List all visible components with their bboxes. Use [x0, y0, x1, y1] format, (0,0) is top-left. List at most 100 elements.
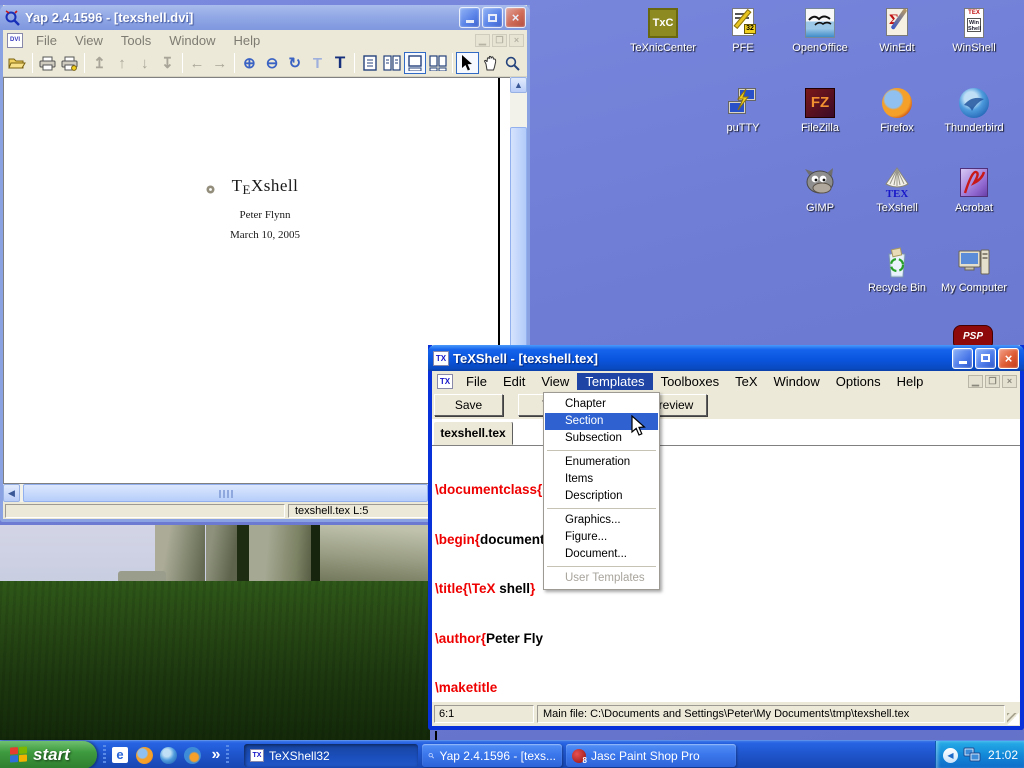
yap-menu-file[interactable]: File: [27, 33, 66, 48]
tray-collapse-chevron[interactable]: ◀: [943, 748, 958, 763]
previous-page-button[interactable]: ↑: [111, 52, 134, 74]
tab-texshell-tex[interactable]: texshell.tex: [433, 421, 513, 445]
mdi-close-icon[interactable]: ×: [1002, 375, 1017, 388]
mdi-minimize-icon[interactable]: ▁: [475, 34, 490, 47]
desktop-icon-putty[interactable]: puTTY: [704, 86, 782, 134]
taskband-handle[interactable]: [226, 745, 229, 765]
desktop-icon-texniccenter[interactable]: TxC TeXnicCenter: [624, 6, 702, 54]
menu-toolboxes[interactable]: Toolboxes: [653, 373, 728, 390]
menu-help[interactable]: Help: [889, 373, 932, 390]
desktop-icon-filezilla[interactable]: FZ FileZilla: [781, 86, 859, 134]
menu-item-description[interactable]: Description: [544, 488, 659, 505]
desktop-icon-texshell[interactable]: TEX TeXshell: [858, 166, 936, 214]
print-setup-button[interactable]: [58, 52, 81, 74]
dvi-ornament-icon: [206, 185, 215, 194]
yap-menu-tools[interactable]: Tools: [112, 33, 160, 48]
network-status-icon[interactable]: [963, 747, 981, 763]
texshell-maximize-button[interactable]: [975, 348, 996, 369]
open-file-button[interactable]: [6, 52, 29, 74]
zoom-out-button[interactable]: ⊖: [261, 52, 284, 74]
yap-menu-window[interactable]: Window: [160, 33, 224, 48]
menu-view[interactable]: View: [533, 373, 577, 390]
texshell-close-button[interactable]: ×: [998, 348, 1019, 369]
yap-menu-help[interactable]: Help: [225, 33, 270, 48]
desktop-icon-acrobat[interactable]: Acrobat: [935, 166, 1013, 214]
continuous-double-view-button[interactable]: [426, 52, 449, 74]
pan-tool-button[interactable]: [479, 52, 502, 74]
svg-text:TEX: TEX: [886, 188, 909, 200]
desktop-icon-winshell[interactable]: TEX Win Shell WinShell: [935, 6, 1013, 54]
horizontal-scroll-thumb[interactable]: [23, 484, 428, 502]
quicklaunch-overflow-chevron[interactable]: »: [206, 745, 226, 765]
menu-edit[interactable]: Edit: [495, 373, 533, 390]
taskbar-button-texshell32[interactable]: TX TeXShell32: [244, 744, 418, 767]
quicklaunch-ie-icon[interactable]: e: [110, 745, 130, 765]
desktop-icon-firefox[interactable]: Firefox: [858, 86, 936, 134]
icon-label: WinShell: [935, 42, 1013, 54]
desktop-icon-gimp[interactable]: GIMP: [781, 166, 859, 214]
forward-button[interactable]: →: [208, 52, 231, 74]
desktop-icon-my-computer[interactable]: My Computer: [935, 246, 1013, 294]
taskbar-button-paintshoppro[interactable]: 8 Jasc Paint Shop Pro: [566, 744, 736, 767]
menu-item-document[interactable]: Document...: [544, 546, 659, 563]
desktop-icon-pfe[interactable]: 32 PFE: [704, 6, 782, 54]
yap-menu-view[interactable]: View: [66, 33, 112, 48]
quicklaunch-handle[interactable]: [103, 745, 106, 765]
mdi-restore-icon[interactable]: ❐: [492, 34, 507, 47]
desktop-icon-openoffice[interactable]: OpenOffice: [781, 6, 859, 54]
menu-item-graphics[interactable]: Graphics...: [544, 512, 659, 529]
back-button[interactable]: ←: [186, 52, 209, 74]
quicklaunch-firefox-icon[interactable]: [134, 745, 154, 765]
menu-item-enumeration[interactable]: Enumeration: [544, 454, 659, 471]
first-page-button[interactable]: ↥: [88, 52, 111, 74]
continuous-view-button[interactable]: [404, 52, 427, 74]
menu-item-figure[interactable]: Figure...: [544, 529, 659, 546]
desktop-icon-thunderbird[interactable]: Thunderbird: [935, 86, 1013, 134]
desktop-icon-psp[interactable]: PSP: [953, 325, 993, 347]
menu-templates[interactable]: Templates: [577, 373, 652, 390]
mdi-restore-icon[interactable]: ❐: [985, 375, 1000, 388]
texshell-titlebar[interactable]: TX TeXShell - [texshell.tex] ×: [428, 345, 1024, 371]
scroll-left-arrow[interactable]: ◀: [3, 484, 20, 502]
mdi-close-icon[interactable]: ×: [509, 34, 524, 47]
menu-item-items[interactable]: Items: [544, 471, 659, 488]
mdi-minimize-icon[interactable]: ▁: [968, 375, 983, 388]
redraw-button[interactable]: ↻: [283, 52, 306, 74]
print-button[interactable]: [36, 52, 59, 74]
texshell-editor[interactable]: \documentclass{ \begin{document} \title{…: [432, 445, 1020, 702]
yap-titlebar[interactable]: Yap 2.4.1596 - [texshell.dvi] ×: [0, 5, 530, 30]
yap-minimize-button[interactable]: [459, 7, 480, 28]
next-page-button[interactable]: ↓: [133, 52, 156, 74]
zoom-in-button[interactable]: ⊕: [238, 52, 261, 74]
menu-options[interactable]: Options: [828, 373, 889, 390]
menu-tex[interactable]: TeX: [727, 373, 765, 390]
desktop-icon-recycle-bin[interactable]: Recycle Bin: [858, 246, 936, 294]
texshell-minimize-button[interactable]: [952, 348, 973, 369]
text-outline-mode-button[interactable]: T: [306, 52, 329, 74]
main-file-status: Main file: C:\Documents and Settings\Pet…: [537, 705, 1005, 723]
quicklaunch-mediaplayer-icon[interactable]: [182, 745, 202, 765]
select-tool-button[interactable]: [456, 52, 479, 74]
menu-window[interactable]: Window: [766, 373, 828, 390]
quicklaunch-thunderbird-icon[interactable]: [158, 745, 178, 765]
start-button[interactable]: start: [0, 741, 97, 768]
desktop-icon-winedt[interactable]: Σ WinEdt: [858, 6, 936, 54]
magnifier-tool-button[interactable]: [501, 52, 524, 74]
menu-item-chapter[interactable]: Chapter: [544, 396, 659, 413]
text-render-mode-button[interactable]: T: [329, 52, 352, 74]
scroll-up-arrow[interactable]: ▲: [510, 77, 527, 93]
save-button[interactable]: Save: [434, 394, 503, 416]
resize-grip[interactable]: [1007, 713, 1019, 725]
pointer-icon: [461, 55, 473, 71]
thumb-grip: [219, 490, 233, 498]
taskbar-button-yap[interactable]: Yap 2.4.1596 - [texs...: [422, 744, 562, 767]
yap-maximize-button[interactable]: [482, 7, 503, 28]
double-page-view-button[interactable]: [381, 52, 404, 74]
single-page-view-button[interactable]: [358, 52, 381, 74]
filezilla-icon: FZ: [803, 86, 837, 120]
wilber-glyph: [803, 166, 837, 200]
menu-item-user-templates[interactable]: User Templates: [544, 570, 659, 587]
yap-close-button[interactable]: ×: [505, 7, 526, 28]
last-page-button[interactable]: ↧: [156, 52, 179, 74]
menu-file[interactable]: File: [458, 373, 495, 390]
